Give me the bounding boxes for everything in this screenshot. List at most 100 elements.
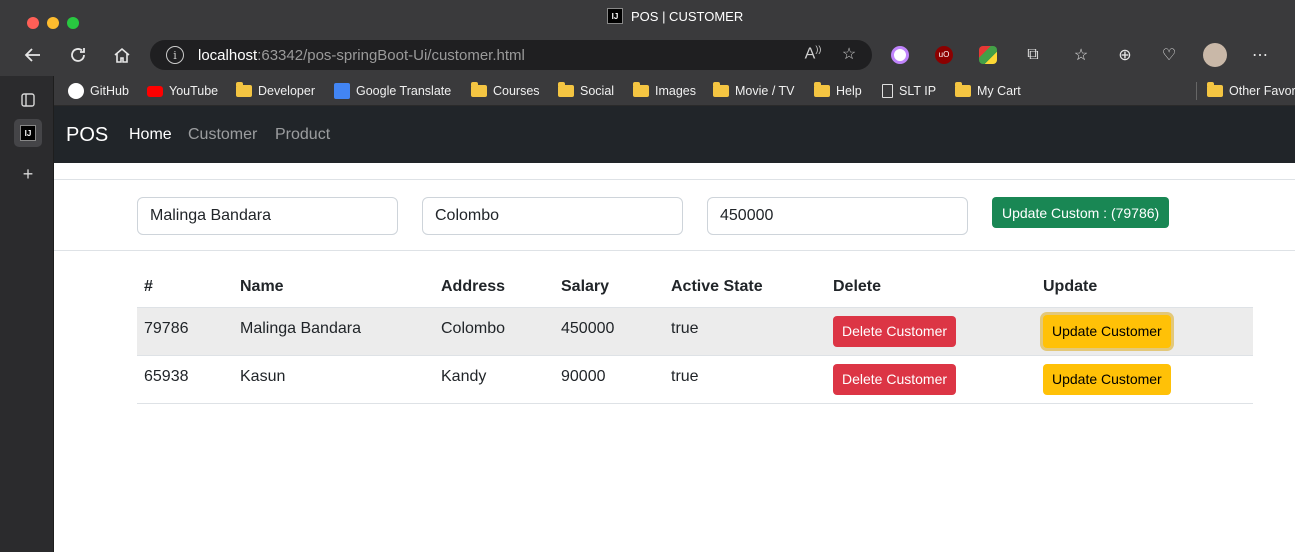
bookmark-label: My Cart xyxy=(977,84,1021,98)
folder-icon xyxy=(814,82,830,97)
bookmark-images[interactable]: Images xyxy=(633,81,696,101)
column-header: Salary xyxy=(554,268,664,308)
delete-customer-button[interactable]: Delete Customer xyxy=(833,363,957,395)
bookmark-label: Courses xyxy=(493,84,540,98)
window-title-text: POS | CUSTOMER xyxy=(631,8,744,24)
extensions-puzzle-icon[interactable]: ⧉ xyxy=(1021,43,1045,67)
more-menu-icon[interactable]: ⋯ xyxy=(1248,43,1272,67)
bookmark-label: Other Favor xyxy=(1229,84,1295,98)
refresh-icon[interactable] xyxy=(66,43,90,67)
bookmark-developer[interactable]: Developer xyxy=(236,81,315,101)
address-bar[interactable]: i localhost:63342/pos-springBoot-Ui/cust… xyxy=(150,40,872,70)
bookmark-movie-tv[interactable]: Movie / TV xyxy=(713,81,795,101)
cell-address: Kandy xyxy=(434,355,554,404)
folder-icon xyxy=(558,82,574,97)
bookmark-label: SLT IP xyxy=(899,84,937,98)
column-header: Address xyxy=(434,268,554,308)
update-customer-button[interactable]: Update Customer xyxy=(1043,314,1171,348)
page-content: POS Home Customer Product Update Custom … xyxy=(54,106,1295,552)
collections-icon[interactable]: ⊕ xyxy=(1113,43,1137,67)
cell-id: 65938 xyxy=(137,355,233,404)
youtube-icon xyxy=(147,85,163,97)
navbar-brand[interactable]: POS xyxy=(66,124,108,147)
table-header-row: # Name Address Salary Active State Delet… xyxy=(137,268,1253,308)
cell-update: Update Customer xyxy=(1036,307,1253,356)
column-header: # xyxy=(137,268,233,308)
column-header: Update xyxy=(1036,268,1253,308)
bookmarks-divider xyxy=(1196,82,1197,100)
salary-input[interactable] xyxy=(707,197,968,235)
read-aloud-icon[interactable]: A)) xyxy=(802,44,824,63)
bookmark-github[interactable]: GitHub xyxy=(68,81,129,101)
bookmark-help[interactable]: Help xyxy=(814,81,862,101)
bookmark-label: GitHub xyxy=(90,84,129,98)
customer-table: # Name Address Salary Active State Delet… xyxy=(137,268,1253,404)
name-input[interactable] xyxy=(137,197,398,235)
back-arrow-icon[interactable] xyxy=(21,43,45,67)
cell-id: 79786 xyxy=(137,307,233,356)
bookmark-label: Social xyxy=(580,84,615,98)
bookmark-label: Developer xyxy=(258,84,315,98)
cell-address: Colombo xyxy=(434,307,554,356)
bookmark-label: YouTube xyxy=(169,84,219,98)
github-icon xyxy=(68,83,84,99)
update-customer-submit-button[interactable]: Update Custom : (79786) xyxy=(992,197,1170,228)
folder-icon xyxy=(471,82,487,97)
nav-link-customer[interactable]: Customer xyxy=(188,126,257,144)
app-navbar: POS Home Customer Product xyxy=(54,106,1295,163)
url-host: localhost xyxy=(198,46,258,64)
profile-avatar[interactable] xyxy=(1203,43,1227,67)
bookmark-label: Help xyxy=(836,84,862,98)
intellij-icon: IJ xyxy=(607,8,623,24)
bookmark-youtube[interactable]: YouTube xyxy=(147,81,218,101)
vertical-tabs-sidebar: IJ + xyxy=(0,76,54,552)
bookmark-google-translate[interactable]: Google Translate xyxy=(334,81,451,101)
table-row[interactable]: 79786 Malinga Bandara Colombo 450000 tru… xyxy=(137,307,1253,356)
table-row[interactable]: 65938 Kasun Kandy 90000 true Delete Cust… xyxy=(137,355,1253,404)
cell-active-state: true xyxy=(664,355,826,404)
url-text[interactable]: localhost:63342/pos-springBoot-Ui/custom… xyxy=(198,47,525,64)
favorites-icon[interactable]: ☆ xyxy=(1069,43,1093,67)
folder-icon xyxy=(236,82,252,97)
extension-colorful-icon[interactable] xyxy=(979,46,997,64)
delete-customer-button[interactable]: Delete Customer xyxy=(833,315,957,347)
bookmark-my-cart[interactable]: My Cart xyxy=(955,81,1021,101)
nav-link-product[interactable]: Product xyxy=(275,126,330,144)
tab-actions-icon[interactable] xyxy=(14,86,42,114)
cell-delete: Delete Customer xyxy=(826,355,1036,404)
address-input[interactable] xyxy=(422,197,683,235)
window-title: IJ POS | CUSTOMER xyxy=(607,8,743,24)
column-header: Delete xyxy=(826,268,1036,308)
column-header: Name xyxy=(233,268,434,308)
cell-active-state: true xyxy=(664,307,826,356)
new-tab-plus-icon[interactable]: + xyxy=(14,160,42,188)
cell-salary: 90000 xyxy=(554,355,664,404)
minimize-window-button[interactable] xyxy=(47,17,59,29)
bookmark-slt-ip[interactable]: SLT IP xyxy=(882,81,936,101)
cell-update: Update Customer xyxy=(1036,355,1253,404)
close-window-button[interactable] xyxy=(27,17,39,29)
cell-name: Kasun xyxy=(233,355,434,404)
nav-link-home[interactable]: Home xyxy=(129,126,172,144)
site-info-icon[interactable]: i xyxy=(166,46,184,64)
google-translate-icon xyxy=(334,83,350,99)
browser-essentials-icon[interactable]: ♡ xyxy=(1157,43,1181,67)
bookmark-other-favorites[interactable]: Other Favor xyxy=(1207,81,1295,101)
add-favorite-icon[interactable]: ☆ xyxy=(838,44,860,64)
update-customer-button[interactable]: Update Customer xyxy=(1043,363,1171,395)
column-header: Active State xyxy=(664,268,826,308)
ublock-extension-icon[interactable]: uO xyxy=(935,46,953,64)
window-titlebar: IJ POS | CUSTOMER xyxy=(0,0,1295,34)
folder-icon xyxy=(955,82,971,97)
cell-salary: 450000 xyxy=(554,307,664,356)
color-picker-extension-icon[interactable] xyxy=(891,46,909,64)
intellij-tab-icon: IJ xyxy=(20,125,36,141)
folder-icon xyxy=(1207,82,1223,97)
url-path: :63342/pos-springBoot-Ui/customer.html xyxy=(257,46,525,64)
bookmark-social[interactable]: Social xyxy=(558,81,614,101)
bookmark-courses[interactable]: Courses xyxy=(471,81,540,101)
maximize-window-button[interactable] xyxy=(67,17,79,29)
cell-delete: Delete Customer xyxy=(826,307,1036,356)
home-icon[interactable] xyxy=(110,43,134,67)
tab-intellij-icon[interactable]: IJ xyxy=(14,119,42,147)
